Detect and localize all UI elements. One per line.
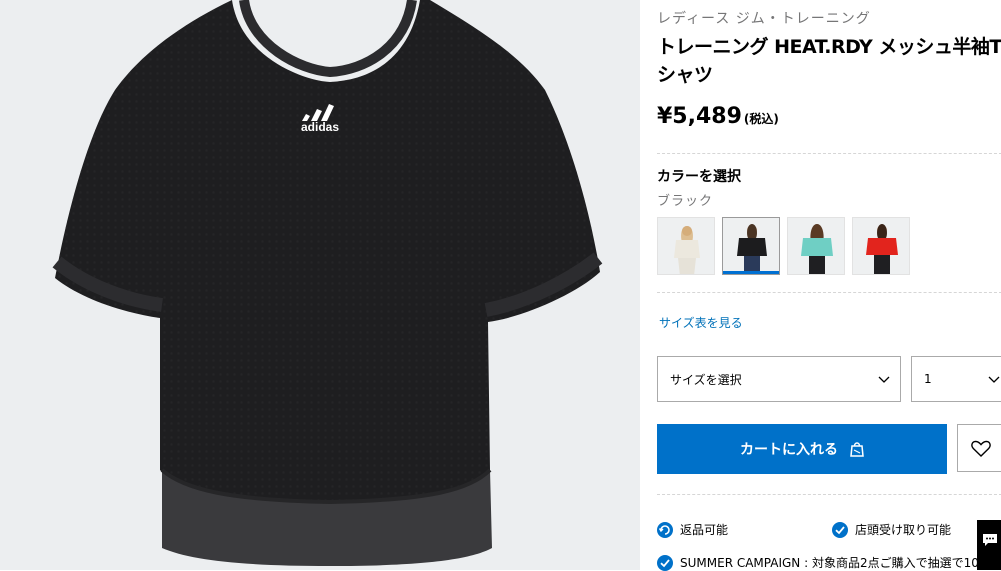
divider xyxy=(657,153,1001,154)
red-tee-thumbnail xyxy=(866,224,898,274)
size-select[interactable]: サイズを選択 xyxy=(657,356,901,402)
size-select-value: サイズを選択 xyxy=(670,372,742,387)
black-tee-thumbnail xyxy=(737,224,767,274)
campaign-text: SUMMER CAMPAIGN : 対象商品2点ご購入で抽選で10名 xyxy=(680,556,991,570)
return-icon xyxy=(657,521,673,538)
color-swatch-white[interactable] xyxy=(657,217,715,275)
divider xyxy=(657,292,1001,293)
color-section-label: カラーを選択 xyxy=(657,169,741,185)
store-pickup-text: 店頭受け取り可能 xyxy=(855,523,952,537)
color-swatch-red[interactable] xyxy=(852,217,910,275)
quantity-select[interactable]: 1 xyxy=(911,356,1001,402)
quantity-select-value: 1 xyxy=(924,372,932,386)
returns-text: 返品可能 xyxy=(680,523,729,537)
check-circle-icon xyxy=(657,554,673,571)
white-tee-thumbnail xyxy=(674,226,700,274)
product-title: トレーニング HEAT.RDY メッシュ半袖Tシャツ xyxy=(657,36,1001,86)
product-image: adidas xyxy=(52,0,603,566)
check-circle-icon xyxy=(832,521,848,538)
color-swatch-mint[interactable] xyxy=(787,217,845,275)
wishlist-button[interactable] xyxy=(957,424,1001,472)
price-tax-note: (税込) xyxy=(743,112,779,126)
divider xyxy=(657,494,1001,495)
product-image-gallery[interactable]: adidas xyxy=(0,0,640,570)
selected-color-name: ブラック xyxy=(657,194,714,209)
shopping-bag-icon xyxy=(850,442,864,457)
product-price: ¥5,489 (税込) xyxy=(657,104,779,129)
product-info-panel: レディース ジム・トレーニング トレーニング HEAT.RDY メッシュ半袖Tシ… xyxy=(641,0,1001,571)
mint-tee-thumbnail xyxy=(801,224,833,274)
add-to-cart-label: カートに入れる xyxy=(740,442,838,458)
price-value: ¥5,489 xyxy=(657,104,742,129)
chevron-down-icon xyxy=(878,376,890,383)
campaign-feature: SUMMER CAMPAIGN : 対象商品2点ご購入で抽選で10名 xyxy=(657,554,991,571)
adidas-logo-text: adidas xyxy=(301,120,339,134)
chevron-down-icon xyxy=(988,376,1000,383)
product-category[interactable]: レディース ジム・トレーニング xyxy=(657,8,871,28)
color-swatch-black[interactable] xyxy=(722,217,780,275)
store-pickup-feature: 店頭受け取り可能 xyxy=(832,521,951,538)
returns-feature: 返品可能 xyxy=(657,521,728,538)
chat-button[interactable] xyxy=(977,520,1001,570)
size-guide-link[interactable]: サイズ表を見る xyxy=(659,314,743,331)
heart-icon xyxy=(971,440,991,457)
add-to-cart-button[interactable]: カートに入れる xyxy=(657,424,947,474)
chat-icon xyxy=(983,534,997,546)
